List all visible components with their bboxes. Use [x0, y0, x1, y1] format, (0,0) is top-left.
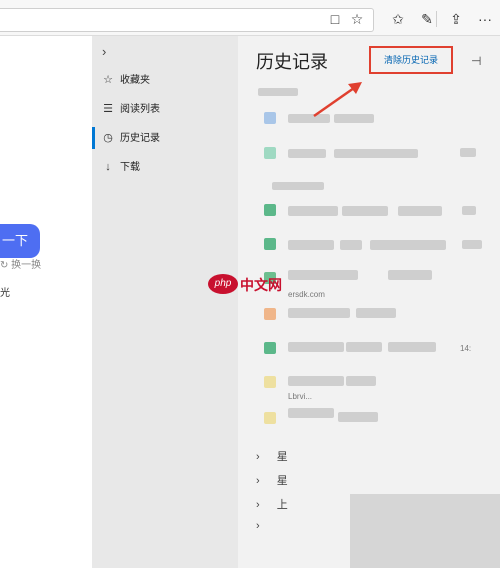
search-button[interactable]: 一下 [0, 224, 40, 258]
hub-item-favorites[interactable]: ☆ 收藏夹 [100, 69, 230, 91]
row-title-blurred [288, 308, 350, 318]
hub-item-label: 阅读列表 [120, 104, 160, 115]
site-favicon [264, 308, 276, 320]
chevron-right-icon[interactable]: › [102, 44, 106, 59]
reading-list-icon: ☰ [103, 103, 113, 115]
row-title-blurred [334, 114, 374, 123]
history-group-collapsed[interactable]: › 上 [256, 496, 288, 512]
chevron-right-icon: › [256, 475, 260, 487]
history-group-collapsed[interactable]: › 星 [256, 448, 288, 464]
row-title-blurred [288, 240, 334, 250]
browser-toolbar: □ ☆ ✩ ✎ ⇪ ··· [0, 0, 500, 36]
chevron-right-icon: › [256, 520, 260, 532]
history-group-collapsed[interactable]: › 星 [256, 472, 288, 488]
row-title-blurred [346, 342, 382, 352]
hub-item-reading-list[interactable]: ☰ 阅读列表 [100, 98, 230, 120]
history-icon: ◷ [103, 132, 113, 144]
address-bar[interactable] [0, 8, 374, 32]
favorite-star-icon[interactable]: ☆ [348, 10, 366, 28]
site-favicon [264, 147, 276, 159]
hub-item-label: 下载 [120, 162, 140, 173]
row-title-blurred [334, 149, 418, 158]
toolbar-divider [436, 11, 437, 27]
history-group-collapsed[interactable]: › [256, 520, 274, 532]
hub-item-label: 历史记录 [120, 133, 160, 144]
row-title-blurred [342, 206, 388, 216]
row-time-blurred [462, 240, 482, 249]
row-title-blurred [288, 206, 338, 216]
page-title: 历史记录 [256, 52, 328, 72]
row-title-blurred [338, 412, 378, 422]
row-time-blurred [460, 148, 476, 157]
row-title-blurred [356, 308, 396, 318]
reading-view-icon[interactable]: □ [326, 10, 344, 28]
watermark-badge: php [208, 274, 238, 294]
row-title-blurred [288, 149, 326, 158]
watermark-logo: php 中文网 [208, 274, 292, 296]
refresh-label: 换一换 [11, 260, 42, 271]
hub-item-downloads[interactable]: ↓ 下载 [100, 156, 230, 178]
refresh-link[interactable]: ↻ 换一换 [0, 256, 41, 271]
hub-sidebar: › ☆ 收藏夹 ☰ 阅读列表 ◷ 历史记录 ↓ 下载 [92, 36, 238, 568]
group-label: 上 [276, 499, 288, 511]
row-title-blurred [288, 376, 344, 386]
site-favicon [264, 412, 276, 424]
row-title-blurred [288, 342, 344, 352]
row-title-blurred [398, 206, 442, 216]
site-favicon [264, 112, 276, 124]
notes-pen-icon[interactable]: ✎ [418, 10, 436, 28]
row-url-fragment: ersdk.com [288, 290, 325, 299]
chevron-right-icon: › [256, 499, 260, 511]
hub-item-label: 收藏夹 [120, 75, 150, 86]
row-title-blurred [340, 240, 362, 250]
row-title-blurred [346, 376, 376, 386]
pin-icon[interactable]: ⊣ [471, 54, 481, 68]
site-favicon [264, 342, 276, 354]
group-label: 星 [276, 475, 288, 487]
watermark-text: 中文网 [240, 277, 282, 293]
favorites-list-icon[interactable]: ✩ [389, 10, 407, 28]
chevron-right-icon: › [256, 451, 260, 463]
page-hint-text: 光 [0, 288, 10, 299]
site-favicon [264, 376, 276, 388]
row-title-blurred [288, 408, 334, 418]
row-title-blurred [388, 270, 432, 280]
row-time-blurred [462, 206, 476, 215]
clear-history-button[interactable]: 清除历史记录 [369, 46, 453, 74]
star-icon: ☆ [103, 74, 113, 86]
row-time: 14: [460, 344, 472, 353]
blurred-region [350, 494, 500, 568]
history-panel: 历史记录 清除历史记录 ⊣ ersdk.com 14: Lbrvi... › 星… [238, 36, 500, 568]
row-title-blurred [288, 114, 330, 123]
group-label: 星 [276, 451, 288, 463]
refresh-icon: ↻ [0, 260, 9, 271]
group-header-blurred [258, 88, 298, 96]
download-icon: ↓ [105, 161, 111, 173]
share-icon[interactable]: ⇪ [447, 10, 465, 28]
site-favicon [264, 238, 276, 250]
row-url-fragment: Lbrvi... [288, 392, 313, 401]
row-title-blurred [288, 270, 358, 280]
more-icon[interactable]: ··· [476, 10, 494, 28]
site-favicon [264, 204, 276, 216]
row-title-blurred [388, 342, 436, 352]
group-header-blurred [272, 182, 324, 190]
row-title-blurred [370, 240, 446, 250]
hub-item-history[interactable]: ◷ 历史记录 [92, 127, 230, 149]
web-page-content: 一下 ↻ 换一换 光 [0, 36, 92, 568]
